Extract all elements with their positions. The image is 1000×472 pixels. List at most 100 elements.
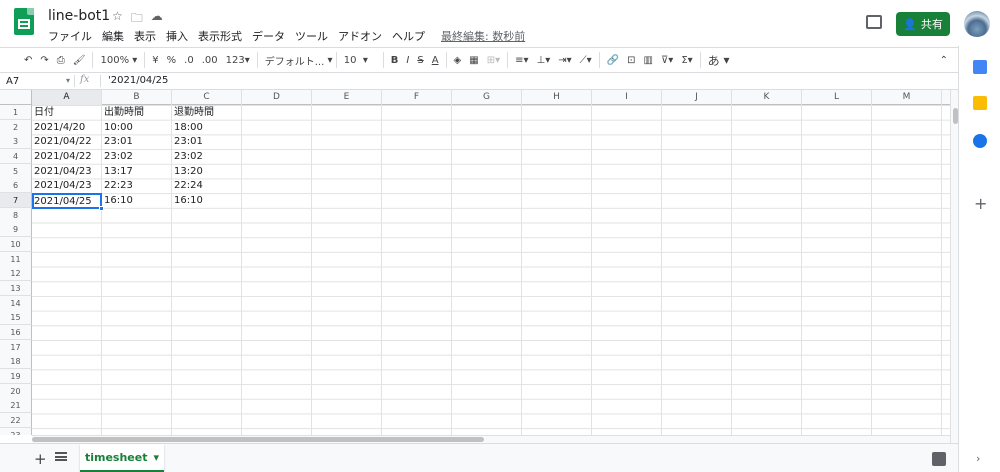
star-icon[interactable]: ☆: [112, 9, 123, 30]
document-title[interactable]: line-bot1: [48, 8, 110, 24]
cell-b4[interactable]: 23:02: [102, 150, 133, 164]
cell-a3[interactable]: 2021/04/22: [32, 135, 92, 149]
row-header-17[interactable]: 17: [0, 340, 32, 355]
column-header-d[interactable]: D: [242, 90, 312, 105]
menu-edit[interactable]: 編集: [102, 28, 124, 44]
cell-a2[interactable]: 2021/4/20: [32, 121, 85, 135]
text-rotate-icon[interactable]: ⟋▾: [576, 48, 596, 72]
paint-format-icon[interactable]: 🖌: [69, 48, 90, 72]
all-sheets-icon[interactable]: [55, 452, 67, 461]
row-header-6[interactable]: 6: [0, 178, 32, 193]
font-select[interactable]: デフォルト... ▾: [261, 48, 333, 72]
cell-b1[interactable]: 出勤時間: [102, 106, 144, 120]
collapse-toolbar-icon[interactable]: ⌃: [936, 48, 952, 72]
horizontal-scroll-thumb[interactable]: [32, 437, 484, 442]
italic-button[interactable]: I: [402, 48, 413, 72]
row-header-20[interactable]: 20: [0, 384, 32, 399]
zoom-select[interactable]: 100% ▾: [96, 48, 141, 72]
share-button[interactable]: 👤 共有: [896, 12, 950, 36]
row-header-21[interactable]: 21: [0, 398, 32, 413]
row-header-14[interactable]: 14: [0, 296, 32, 311]
column-header-l[interactable]: L: [802, 90, 872, 105]
redo-icon[interactable]: ↷: [36, 48, 52, 72]
cell-a4[interactable]: 2021/04/22: [32, 150, 92, 164]
column-header-i[interactable]: I: [592, 90, 662, 105]
row-header-3[interactable]: 3: [0, 134, 32, 149]
fill-color-icon[interactable]: ◈: [450, 48, 466, 72]
row-header-13[interactable]: 13: [0, 281, 32, 296]
merge-cells-icon[interactable]: ⊞▾: [483, 48, 504, 72]
decimal-decrease-button[interactable]: .0: [180, 48, 198, 72]
calendar-icon[interactable]: [973, 60, 987, 74]
cell-b5[interactable]: 13:17: [102, 165, 133, 179]
borders-icon[interactable]: ▦: [465, 48, 482, 72]
tasks-icon[interactable]: [973, 134, 987, 148]
row-header-22[interactable]: 22: [0, 413, 32, 428]
insert-chart-icon[interactable]: ▥: [640, 48, 657, 72]
text-color-button[interactable]: A: [428, 48, 443, 72]
row-header-4[interactable]: 4: [0, 149, 32, 164]
row-header-9[interactable]: 9: [0, 222, 32, 237]
folder-move-icon[interactable]: 🗀: [131, 9, 143, 30]
row-header-23[interactable]: 23: [0, 428, 32, 435]
cell-a5[interactable]: 2021/04/23: [32, 165, 92, 179]
name-box[interactable]: A7 ▾: [4, 75, 70, 89]
row-header-16[interactable]: 16: [0, 325, 32, 340]
row-header-11[interactable]: 11: [0, 252, 32, 267]
row-header-10[interactable]: 10: [0, 237, 32, 252]
row-header-7[interactable]: 7: [0, 193, 32, 208]
row-header-1[interactable]: 1: [0, 105, 32, 120]
more-formats-select[interactable]: 123 ▾: [222, 48, 254, 72]
cell-c6[interactable]: 22:24: [172, 179, 203, 193]
row-header-8[interactable]: 8: [0, 208, 32, 223]
row-header-2[interactable]: 2: [0, 120, 32, 135]
row-header-5[interactable]: 5: [0, 164, 32, 179]
row-header-12[interactable]: 12: [0, 266, 32, 281]
cell-b3[interactable]: 23:01: [102, 135, 133, 149]
sheets-logo-icon[interactable]: [14, 8, 34, 35]
select-all-corner[interactable]: [0, 90, 32, 105]
menu-tools[interactable]: ツール: [295, 28, 328, 44]
row-header-19[interactable]: 19: [0, 369, 32, 384]
horizontal-align-icon[interactable]: ≡▾: [511, 48, 532, 72]
sheet-tab-timesheet[interactable]: timesheet ▾: [80, 444, 164, 472]
cell-a1[interactable]: 日付: [32, 106, 54, 120]
column-header-k[interactable]: K: [732, 90, 802, 105]
cell-c5[interactable]: 13:20: [172, 165, 203, 179]
menu-file[interactable]: ファイル: [48, 28, 92, 44]
cell-c7[interactable]: 16:10: [172, 194, 203, 208]
menu-format[interactable]: 表示形式: [198, 28, 242, 44]
column-header-m[interactable]: M: [872, 90, 942, 105]
percent-format-button[interactable]: %: [163, 48, 181, 72]
functions-icon[interactable]: Σ▾: [677, 48, 696, 72]
print-icon[interactable]: ⎙: [53, 48, 69, 72]
formula-input[interactable]: '2021/04/25: [108, 75, 168, 86]
column-header-f[interactable]: F: [382, 90, 452, 105]
cell-b7[interactable]: 16:10: [102, 194, 133, 208]
explore-icon[interactable]: [932, 452, 946, 466]
cell-c3[interactable]: 23:01: [172, 135, 203, 149]
column-header-b[interactable]: B: [102, 90, 172, 105]
menu-insert[interactable]: 挿入: [166, 28, 188, 44]
decimal-increase-button[interactable]: .00: [198, 48, 222, 72]
comment-history-icon[interactable]: [866, 15, 882, 29]
insert-comment-icon[interactable]: ⊡: [623, 48, 639, 72]
strikethrough-button[interactable]: S: [413, 48, 427, 72]
cell-b6[interactable]: 22:23: [102, 179, 133, 193]
menu-data[interactable]: データ: [252, 28, 285, 44]
menu-view[interactable]: 表示: [134, 28, 156, 44]
undo-icon[interactable]: ↶: [20, 48, 36, 72]
column-header-g[interactable]: G: [452, 90, 522, 105]
column-header-h[interactable]: H: [522, 90, 592, 105]
bold-button[interactable]: B: [387, 48, 403, 72]
cell-a7[interactable]: 2021/04/25: [32, 193, 102, 209]
menu-addons[interactable]: アドオン: [338, 28, 382, 44]
row-header-18[interactable]: 18: [0, 354, 32, 369]
cell-area[interactable]: 日付 出勤時間 退勤時間 2021/4/20 10:00 18:00 2021/…: [32, 105, 950, 435]
cell-a6[interactable]: 2021/04/23: [32, 179, 92, 193]
last-edit-link[interactable]: 最終編集: 数秒前: [441, 28, 525, 44]
add-sheet-icon[interactable]: +: [34, 450, 47, 468]
column-header-c[interactable]: C: [172, 90, 242, 105]
cell-c4[interactable]: 23:02: [172, 150, 203, 164]
cell-b2[interactable]: 10:00: [102, 121, 133, 135]
